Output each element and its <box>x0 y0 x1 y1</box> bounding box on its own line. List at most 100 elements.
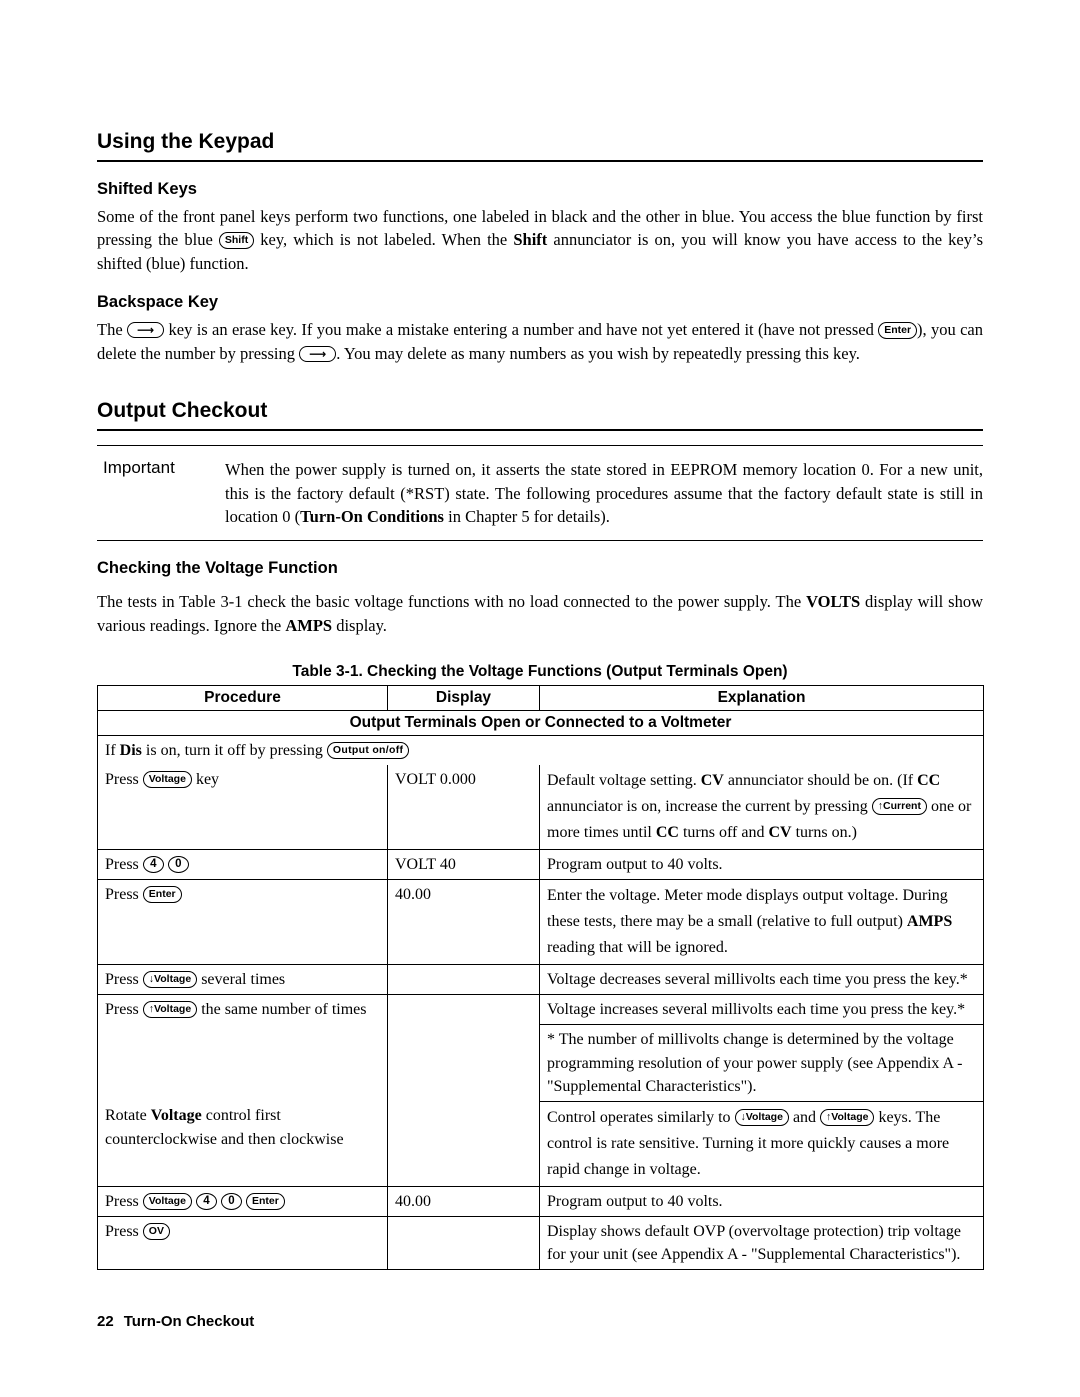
heading-checking-voltage-function: Checking the Voltage Function <box>97 559 338 578</box>
row7-bold-voltage: Voltage <box>150 1107 202 1125</box>
row5-explanation: Voltage increases several millivolts eac… <box>539 994 984 1026</box>
row5-procedure: Press ↑Voltage the same number of times <box>97 994 388 1025</box>
table-row: Press Enter 40.00 Enter the voltage. Met… <box>97 879 984 966</box>
heading-shifted-keys: Shifted Keys <box>97 180 197 198</box>
row8-display: 40.00 <box>387 1185 540 1217</box>
table-subheader: Output Terminals Open or Connected to a … <box>97 710 984 737</box>
row1-display: VOLT 0.000 <box>387 765 540 851</box>
backspace-text-d: . You may delete as many numbers as you … <box>336 343 860 363</box>
up-voltage-key-icon: ↑Voltage <box>142 1001 198 1019</box>
row1-bold-cc2: CC <box>655 824 679 842</box>
row0-text-a: If <box>105 742 120 760</box>
row7-procedure: Rotate Voltage control first countercloc… <box>97 1101 388 1187</box>
row3-exp-b: reading that will be ignored. <box>547 939 728 957</box>
voltage-key-icon-2: Voltage <box>142 1192 192 1210</box>
page-title-using-the-keypad: Using the Keypad <box>97 130 983 162</box>
row2-text-a: Press <box>105 856 143 874</box>
row4-text-a: Press <box>105 971 143 989</box>
row4-explanation: Voltage decreases several millivolts eac… <box>539 964 984 996</box>
column-header-procedure: Procedure <box>97 685 388 712</box>
page-footer: 22 Turn-On Checkout <box>97 1313 983 1330</box>
table-row: Press ↓Voltage several times Voltage dec… <box>97 964 984 996</box>
enter-key-icon-2: Enter <box>142 886 182 904</box>
row7-explanation: Control operates similarly to ↓Voltage a… <box>539 1100 984 1187</box>
row1-exp-e: turns off and <box>678 824 769 842</box>
important-label: Important <box>103 458 175 478</box>
column-header-display: Display <box>387 685 540 712</box>
row1-exp-c: annunciator is on, increase the current … <box>547 798 872 816</box>
row1-text-a: Press <box>105 771 143 789</box>
digit-4-key-icon-2: 4 <box>195 1192 217 1210</box>
enter-key-icon-3: Enter <box>245 1192 285 1210</box>
column-header-explanation: Explanation <box>539 685 984 712</box>
row3-display: 40.00 <box>387 879 540 966</box>
table-row: Press ↑Voltage the same number of times … <box>97 994 984 1026</box>
checking-text-a: The tests in Table 3-1 check the basic v… <box>97 592 807 612</box>
up-current-key-icon: ↑Current <box>871 798 927 816</box>
important-bold-turn-on-conditions: Turn-On Conditions <box>300 506 444 526</box>
digit-4-key-icon: 4 <box>142 855 164 873</box>
row1-bold-cc: CC <box>917 772 941 790</box>
up-voltage-key-icon-2: ↑Voltage <box>820 1108 875 1126</box>
row3-procedure: Press Enter <box>97 879 388 966</box>
paragraph-shifted-keys: Some of the front panel keys perform two… <box>97 205 983 275</box>
row9-display <box>387 1215 540 1271</box>
row4-text-b: several times <box>197 971 286 989</box>
row6-display-empty <box>387 1024 540 1102</box>
ov-key-icon: OV <box>142 1222 170 1240</box>
row3-exp-a: Enter the voltage. Meter mode displays o… <box>547 887 948 931</box>
document-page: Using the Keypad Shifted Keys Some of th… <box>0 0 1080 1397</box>
footer-chapter-title: Turn-On Checkout <box>123 1313 255 1330</box>
shift-key-icon: Shift <box>218 232 255 250</box>
row9-explanation: Display shows default OVP (overvoltage p… <box>539 1215 984 1271</box>
page-title-output-checkout: Output Checkout <box>97 399 983 432</box>
row-dis-off-procedure: If Dis is on, turn it off by pressing Ou… <box>97 735 984 766</box>
checking-bold-amps: AMPS <box>285 615 333 635</box>
row1-bold-cv: CV <box>700 772 724 790</box>
row4-procedure: Press ↓Voltage several times <box>97 964 388 996</box>
row1-text-b: key <box>191 771 220 789</box>
row8-procedure: Press Voltage 4 0 Enter <box>97 1185 388 1217</box>
row3-text-a: Press <box>105 886 143 904</box>
paragraph-checking-voltage: The tests in Table 3-1 check the basic v… <box>97 590 983 637</box>
row0-bold-dis: Dis <box>119 742 142 760</box>
backspace-arrow-key-icon: ⟶ <box>127 322 165 339</box>
table-row: Press Voltage 4 0 Enter 40.00 Program ou… <box>97 1185 984 1217</box>
checking-text-c: display. <box>332 615 387 635</box>
row7-display <box>387 1101 540 1187</box>
paragraph-backspace-key: The ⟶ key is an erase key. If you make a… <box>97 318 983 365</box>
row6-procedure-empty <box>97 1024 388 1102</box>
table-row: Press 4 0 VOLT 40 Program output to 40 v… <box>97 849 984 881</box>
shifted-text-b: key, which is not labeled. When the <box>254 230 514 250</box>
table-row-footnote: * The number of millivolts change is det… <box>97 1024 984 1102</box>
row8-text-a: Press <box>105 1192 143 1210</box>
shifted-bold-shift: Shift <box>513 230 548 250</box>
row2-display: VOLT 40 <box>387 849 540 881</box>
footnote-millivolts: * The number of millivolts change is det… <box>539 1024 984 1102</box>
output-on-off-key-icon: Output on/off <box>326 742 410 760</box>
table-row: Rotate Voltage control first countercloc… <box>97 1100 984 1187</box>
table-caption: Table 3-1. Checking the Voltage Function… <box>292 663 788 681</box>
row8-explanation: Program output to 40 volts. <box>539 1185 984 1217</box>
page-content: Using the Keypad Shifted Keys Some of th… <box>97 0 984 1271</box>
row4-display <box>387 964 540 996</box>
table-row: Press Voltage key VOLT 0.000 Default vol… <box>97 765 984 851</box>
row1-exp-b: annunciator should be on. (If <box>723 772 918 790</box>
enter-key-icon: Enter <box>878 321 918 339</box>
row1-bold-cv2: CV <box>768 824 792 842</box>
row5-text-b: the same number of times <box>197 1001 367 1019</box>
down-voltage-key-icon-2: ↓Voltage <box>734 1108 789 1126</box>
digit-0-key-icon-2: 0 <box>220 1192 242 1210</box>
row5-text-a: Press <box>105 1001 143 1019</box>
table-header-row: Procedure Display Explanation <box>97 685 984 712</box>
backspace-text-a: The <box>97 320 127 340</box>
important-note-block: Important When the power supply is turne… <box>97 445 983 542</box>
backspace-text-b: key is an erase key. If you make a mista… <box>164 320 879 340</box>
row1-procedure: Press Voltage key <box>97 765 388 851</box>
row0-text-b: is on, turn it off by pressing <box>141 742 327 760</box>
row3-explanation: Enter the voltage. Meter mode displays o… <box>539 879 984 966</box>
important-text-b: in Chapter 5 for details). <box>443 506 610 526</box>
row2-procedure: Press 4 0 <box>97 849 388 881</box>
row1-exp-f: turns on.) <box>791 824 857 842</box>
down-voltage-key-icon: ↓Voltage <box>142 970 198 988</box>
